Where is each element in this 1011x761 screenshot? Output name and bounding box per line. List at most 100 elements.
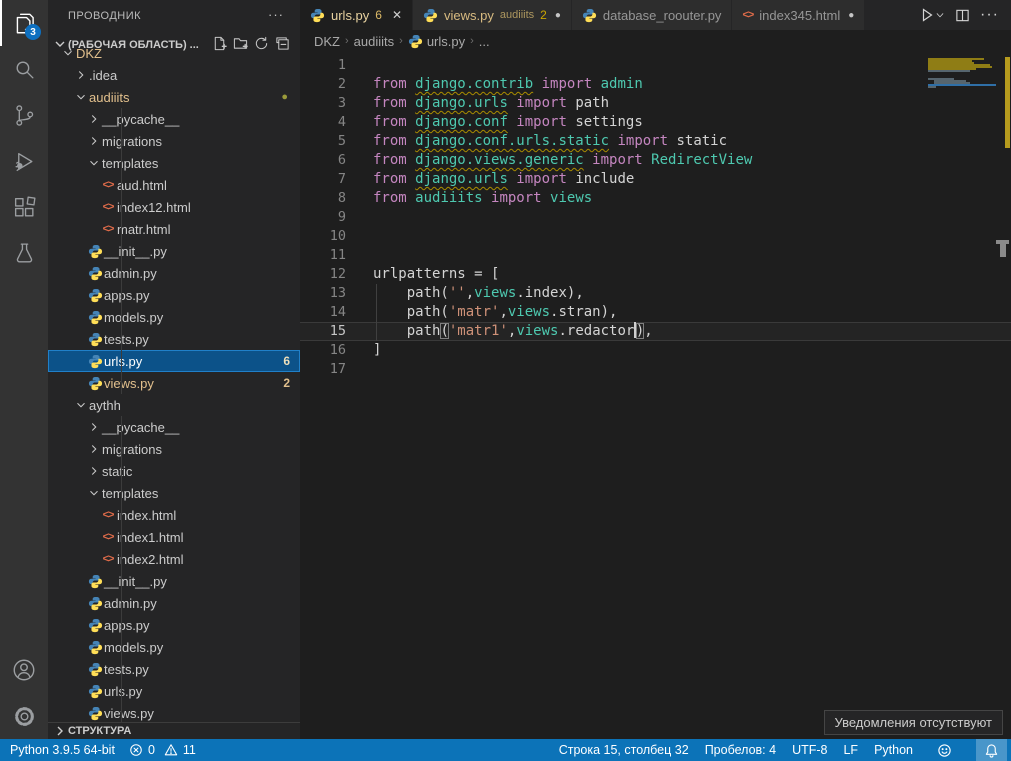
statusbar-feedback[interactable] [929, 739, 960, 761]
tree-item-label: audiiits [89, 90, 129, 105]
workbench: 3 ПРОВОДНИК ··· (РАБОЧАЯ ОБЛАСТЬ) ... DK… [0, 0, 1011, 739]
tree-folder-aythh[interactable]: aythh [48, 394, 300, 416]
breadcrumb-item-...[interactable]: ... [479, 34, 490, 49]
activity-bar-item-extensions[interactable] [0, 184, 48, 230]
tree-folder-migrations[interactable]: migrations [48, 130, 300, 152]
tab-views.py[interactable]: views.pyaudiiits2● [413, 0, 572, 30]
statusbar-python-interpreter[interactable]: Python 3.9.5 64-bit [10, 743, 115, 757]
tree-file-index12.html[interactable]: <>index12.html [48, 196, 300, 218]
activity-bar-item-search[interactable] [0, 46, 48, 92]
tree-file-index.html[interactable]: <>index.html [48, 504, 300, 526]
tree-folder-templates[interactable]: templates [48, 152, 300, 174]
line-number: 3 [300, 94, 346, 113]
statusbar-cursor-position[interactable]: Строка 15, столбец 32 [559, 743, 689, 757]
tree-file-apps.py[interactable]: apps.py [48, 284, 300, 306]
tree-folder-DKZ[interactable]: DKZ [48, 42, 300, 64]
code-token: django.views.generic [415, 152, 584, 168]
tree-item-label: aythh [89, 398, 121, 413]
breadcrumb-item-audiiits[interactable]: audiiits [354, 34, 394, 49]
tree-file-tests.py[interactable]: tests.py [48, 658, 300, 680]
code-token: path [575, 95, 609, 111]
tab-index345.html[interactable]: <>index345.html● [732, 0, 865, 30]
tree-file-aud.html[interactable]: <>aud.html [48, 174, 300, 196]
split-editor-button[interactable] [955, 8, 970, 23]
chevron-right-icon [86, 420, 102, 434]
line-number: 14 [300, 303, 346, 322]
python-icon [423, 8, 438, 23]
tree-file-urls.py[interactable]: urls.py6 [48, 350, 300, 372]
statusbar-eol[interactable]: LF [843, 743, 858, 757]
tree-file-urls.py[interactable]: urls.py [48, 680, 300, 702]
python-file-icon [86, 574, 104, 589]
tree-file-models.py[interactable]: models.py [48, 636, 300, 658]
tab-label: index345.html [759, 8, 840, 23]
tree-folder-__pycache__[interactable]: __pycache__ [48, 416, 300, 438]
tree-folder-__pycache__[interactable]: __pycache__ [48, 108, 300, 130]
code-line-3: 3from django.urls import path [300, 94, 1011, 113]
dirty-dot-icon[interactable]: ● [848, 10, 854, 21]
tab-urls.py[interactable]: urls.py6✕ [300, 0, 413, 30]
activity-bar-item-run-debug[interactable] [0, 138, 48, 184]
code-token: from [373, 95, 415, 111]
tree-file-tests.py[interactable]: tests.py [48, 328, 300, 350]
tree-folder-migrations[interactable]: migrations [48, 438, 300, 460]
tree-folder-templates[interactable]: templates [48, 482, 300, 504]
code-editor[interactable]: 12from django.contrib import admin3from … [300, 52, 1011, 739]
tree-file-index1.html[interactable]: <>index1.html [48, 526, 300, 548]
outline-section-header[interactable]: СТРУКТУРА [48, 722, 300, 739]
tree-item-label: views.py [104, 376, 154, 391]
close-icon[interactable]: ✕ [392, 8, 402, 22]
tree-indent-guide [121, 152, 122, 174]
activity-bar-item-testing[interactable] [0, 230, 48, 276]
statusbar-problems[interactable]: 011 [129, 743, 196, 757]
tree-file-index2.html[interactable]: <>index2.html [48, 548, 300, 570]
activity-bar-item-account[interactable] [0, 647, 48, 693]
run-python-file-button[interactable] [919, 7, 945, 23]
tree-item-label: index12.html [117, 200, 191, 215]
tree-item-label: migrations [102, 134, 162, 149]
tree-folder-.idea[interactable]: .idea [48, 64, 300, 86]
sidebar-more-actions-icon[interactable]: ··· [268, 10, 284, 34]
breadcrumb-item-DKZ[interactable]: DKZ [314, 34, 340, 49]
tree-indent-guide [121, 372, 122, 394]
tree-indent-guide [121, 504, 122, 526]
tree-folder-audiiits[interactable]: audiiits● [48, 86, 300, 108]
activity-bar-item-settings[interactable] [0, 693, 48, 739]
tree-file-matr.html[interactable]: <>matr.html [48, 218, 300, 240]
line-number: 9 [300, 208, 346, 227]
chevron-down-icon [73, 398, 89, 412]
overview-ruler[interactable] [996, 52, 1011, 739]
tree-file-__init__.py[interactable]: __init__.py [48, 570, 300, 592]
tree-file-admin.py[interactable]: admin.py [48, 262, 300, 284]
tree-folder-static[interactable]: static [48, 460, 300, 482]
tab-database_roouter.py[interactable]: database_roouter.py [572, 0, 733, 30]
more-actions-button[interactable]: ··· [980, 6, 999, 24]
statusbar-indentation[interactable]: Пробелов: 4 [705, 743, 776, 757]
breadcrumb-item-urls.py[interactable]: urls.py [408, 34, 465, 49]
code-token: import [533, 76, 600, 92]
code-token: audiiits [415, 190, 482, 206]
statusbar-language-mode[interactable]: Python [874, 743, 913, 757]
tree-file-admin.py[interactable]: admin.py [48, 592, 300, 614]
tree-file-__init__.py[interactable]: __init__.py [48, 240, 300, 262]
activity-bar-item-source-control[interactable] [0, 92, 48, 138]
file-tree: DKZ.ideaaudiiits●__pycache__migrationste… [48, 42, 300, 722]
chevron-right-icon [86, 134, 102, 148]
code-token: ( [440, 323, 448, 339]
code-token: import [508, 171, 575, 187]
statusbar-encoding[interactable]: UTF-8 [792, 743, 827, 757]
tree-file-apps.py[interactable]: apps.py [48, 614, 300, 636]
minimap[interactable] [928, 56, 996, 90]
dirty-dot-icon[interactable]: ● [555, 10, 561, 21]
tree-file-views.py[interactable]: views.py [48, 702, 300, 722]
line-number: 15 [300, 322, 346, 341]
tree-item-label: aud.html [117, 178, 167, 193]
code-token: django.urls [415, 95, 508, 111]
breadcrumb-label: DKZ [314, 34, 340, 49]
activity-bar-item-explorer[interactable]: 3 [0, 0, 48, 46]
tree-file-models.py[interactable]: models.py [48, 306, 300, 328]
statusbar-notifications-bell[interactable] [976, 739, 1007, 761]
python-file-icon [86, 618, 104, 633]
scrollbar-slider[interactable] [1000, 244, 1006, 257]
tree-file-views.py[interactable]: views.py2 [48, 372, 300, 394]
